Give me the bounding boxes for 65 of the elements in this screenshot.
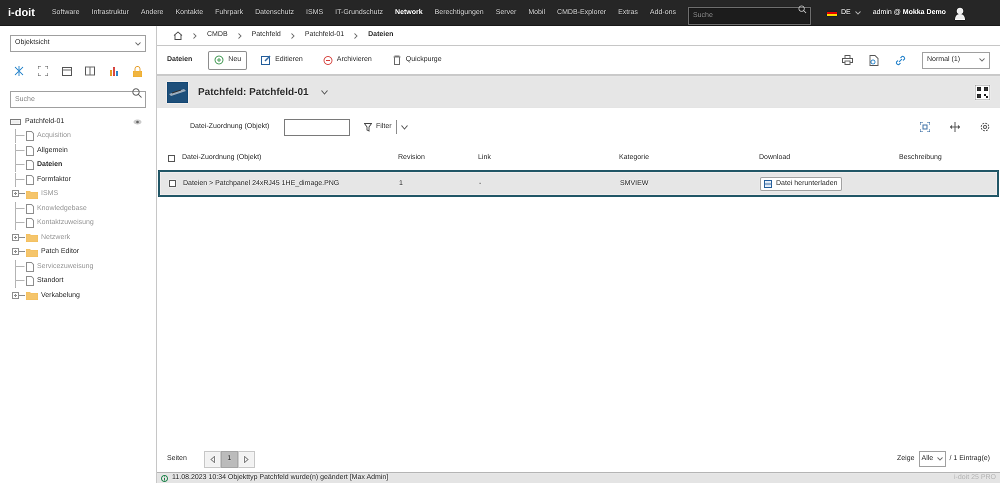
document-icon — [26, 204, 34, 214]
chevron-icon — [354, 32, 358, 38]
trash-icon — [392, 55, 402, 65]
left-arrow-icon — [210, 456, 215, 462]
tree-line-icon — [12, 202, 26, 216]
tree-line-icon — [12, 274, 26, 288]
book-icon[interactable] — [85, 66, 96, 76]
document-icon — [26, 174, 34, 185]
search-icon[interactable] — [132, 88, 142, 98]
logo[interactable]: i-doit — [8, 4, 35, 22]
chevron-icon — [193, 32, 197, 38]
document-icon[interactable] — [869, 54, 879, 66]
settings-icon[interactable] — [980, 122, 990, 132]
tree-line-icon — [12, 216, 26, 230]
info-icon — [161, 474, 168, 482]
file-icon — [764, 180, 772, 188]
network-icon[interactable] — [14, 66, 24, 76]
caret-icon — [854, 11, 861, 15]
tree-line-icon — [12, 172, 26, 187]
edit-icon — [261, 55, 272, 65]
folder-icon — [26, 248, 38, 257]
filter-field[interactable] — [284, 118, 350, 136]
caret-icon[interactable] — [320, 90, 328, 94]
right-arrow-icon — [244, 456, 249, 462]
row-checkbox[interactable] — [169, 180, 176, 187]
eye-icon[interactable] — [133, 119, 142, 125]
chevron-icon — [238, 32, 242, 38]
chart-icon[interactable] — [109, 66, 120, 76]
archive-icon — [322, 55, 333, 65]
document-icon — [26, 262, 34, 272]
tree-line-icon — [12, 129, 26, 144]
previous-page-button[interactable] — [204, 450, 221, 468]
tree-line-icon — [12, 144, 26, 158]
link-icon[interactable] — [895, 54, 906, 66]
chevron-icon — [290, 32, 295, 38]
focus-icon[interactable] — [920, 122, 930, 132]
caret-icon — [936, 457, 943, 461]
document-icon — [26, 218, 34, 228]
document-icon — [26, 276, 34, 286]
expand-icon[interactable] — [38, 66, 48, 76]
patch-panel-icon — [167, 82, 188, 102]
calendar-icon[interactable] — [62, 66, 72, 76]
folder-icon — [26, 190, 38, 199]
document-icon — [26, 160, 34, 170]
user-avatar-icon[interactable] — [954, 6, 966, 20]
print-icon[interactable] — [842, 55, 853, 65]
plus-icon — [214, 55, 224, 65]
flag-icon — [826, 10, 837, 16]
caret-icon[interactable] — [400, 124, 408, 130]
tree-line-icon — [12, 158, 26, 172]
folder-icon — [26, 291, 38, 300]
search-icon[interactable] — [798, 5, 807, 14]
home-icon[interactable] — [173, 31, 183, 40]
device-icon — [10, 118, 21, 126]
caret-icon — [135, 42, 141, 46]
object-title: Patchfeld: Patchfeld-01 — [198, 86, 309, 100]
select-all-checkbox[interactable] — [168, 154, 175, 162]
folder-icon — [26, 233, 38, 242]
caret-icon — [979, 58, 985, 62]
qr-code-icon[interactable] — [975, 84, 990, 100]
document-icon — [26, 146, 34, 156]
tree-line-icon — [12, 260, 26, 274]
document-icon — [26, 131, 34, 142]
next-page-button[interactable] — [238, 450, 255, 468]
filter-icon — [364, 122, 372, 132]
